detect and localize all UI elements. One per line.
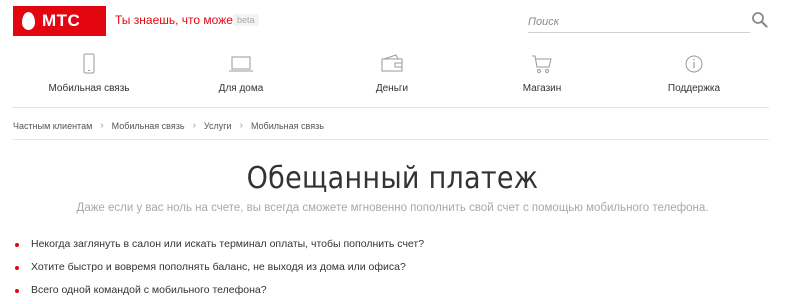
page-subtitle: Даже если у вас ноль на счете, вы всегда… [76,202,709,214]
wallet-icon [381,54,403,72]
cart-icon [532,55,552,73]
breadcrumb-item[interactable]: Мобильная связь [112,121,185,131]
chevron-right-icon: › [100,120,104,131]
slogan: Ты знаешь, что можешь! [115,13,253,27]
list-item: Некогда заглянуть в салон или искать тер… [13,238,424,261]
mts-logo[interactable]: МТС [13,6,106,36]
nav-item-shop[interactable]: Магазин [482,50,602,100]
info-icon [685,55,703,73]
brand-name: МТС [42,11,81,30]
nav-item-money[interactable]: Деньги [332,50,452,100]
divider [13,139,769,140]
nav-item-label: Деньги [375,83,409,94]
main-nav: Мобильная связь Для дома Деньги Магазин … [12,50,769,108]
nav-item-label: Поддержка [667,83,721,94]
beta-badge: beta [233,14,259,26]
breadcrumb: Частным клиентам › Мобильная связь › Усл… [13,120,324,131]
page-title: Обещанный платеж [246,161,539,196]
chevron-right-icon: › [192,120,196,131]
nav-item-label: Магазин [522,83,562,94]
egg-logo-icon [22,12,35,30]
nav-item-mobile[interactable]: Мобильная связь [29,50,149,100]
list-item: Хотите быстро и вовремя пополнять баланс… [13,261,424,284]
phone-icon [83,53,95,74]
breadcrumb-item[interactable]: Услуги [204,121,232,131]
chevron-right-icon: › [239,120,243,131]
list-item: Всего одной командой с мобильного телефо… [13,284,424,304]
nav-item-support[interactable]: Поддержка [634,50,754,100]
laptop-icon [229,56,253,72]
search-input[interactable] [528,11,750,33]
nav-item-label: Мобильная связь [48,83,130,94]
search-icon[interactable] [751,11,769,29]
nav-item-home[interactable]: Для дома [181,50,301,100]
breadcrumb-item[interactable]: Мобильная связь [251,121,324,131]
nav-item-label: Для дома [218,83,264,94]
benefits-list: Некогда заглянуть в салон или искать тер… [13,238,424,304]
breadcrumb-item[interactable]: Частным клиентам [13,121,92,131]
